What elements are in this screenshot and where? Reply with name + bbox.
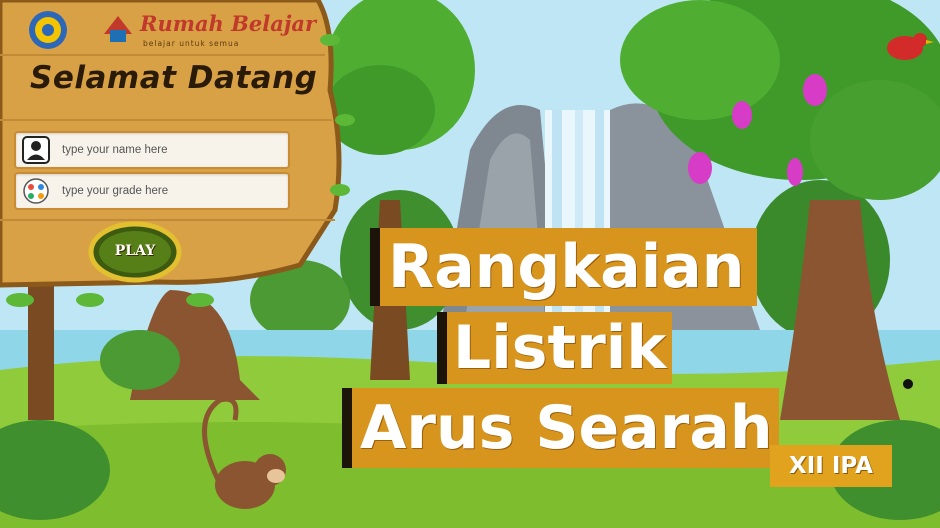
title-line-1: Rangkaian (370, 228, 757, 306)
ministry-logo (29, 11, 67, 49)
welcome-heading: Selamat Datang (30, 60, 318, 96)
title-accent-bar (437, 312, 447, 384)
play-button[interactable]: PLAY (103, 243, 167, 259)
grade-input[interactable] (60, 178, 284, 204)
grade-field-container (14, 172, 290, 210)
title-accent-bar (342, 388, 352, 468)
brand-tagline: belajar untuk semua (143, 39, 240, 48)
grade-badge: XII IPA (770, 445, 892, 487)
title-line-2: Listrik (437, 312, 673, 384)
spider-icon (903, 379, 913, 389)
name-input[interactable] (60, 137, 284, 163)
title-line-3: Arus Searah (342, 388, 779, 468)
group-icon (23, 178, 49, 204)
brand-name: Rumah Belajar (140, 11, 317, 36)
title-accent-bar (370, 228, 380, 306)
user-icon (22, 136, 50, 164)
name-field-container (14, 131, 290, 169)
